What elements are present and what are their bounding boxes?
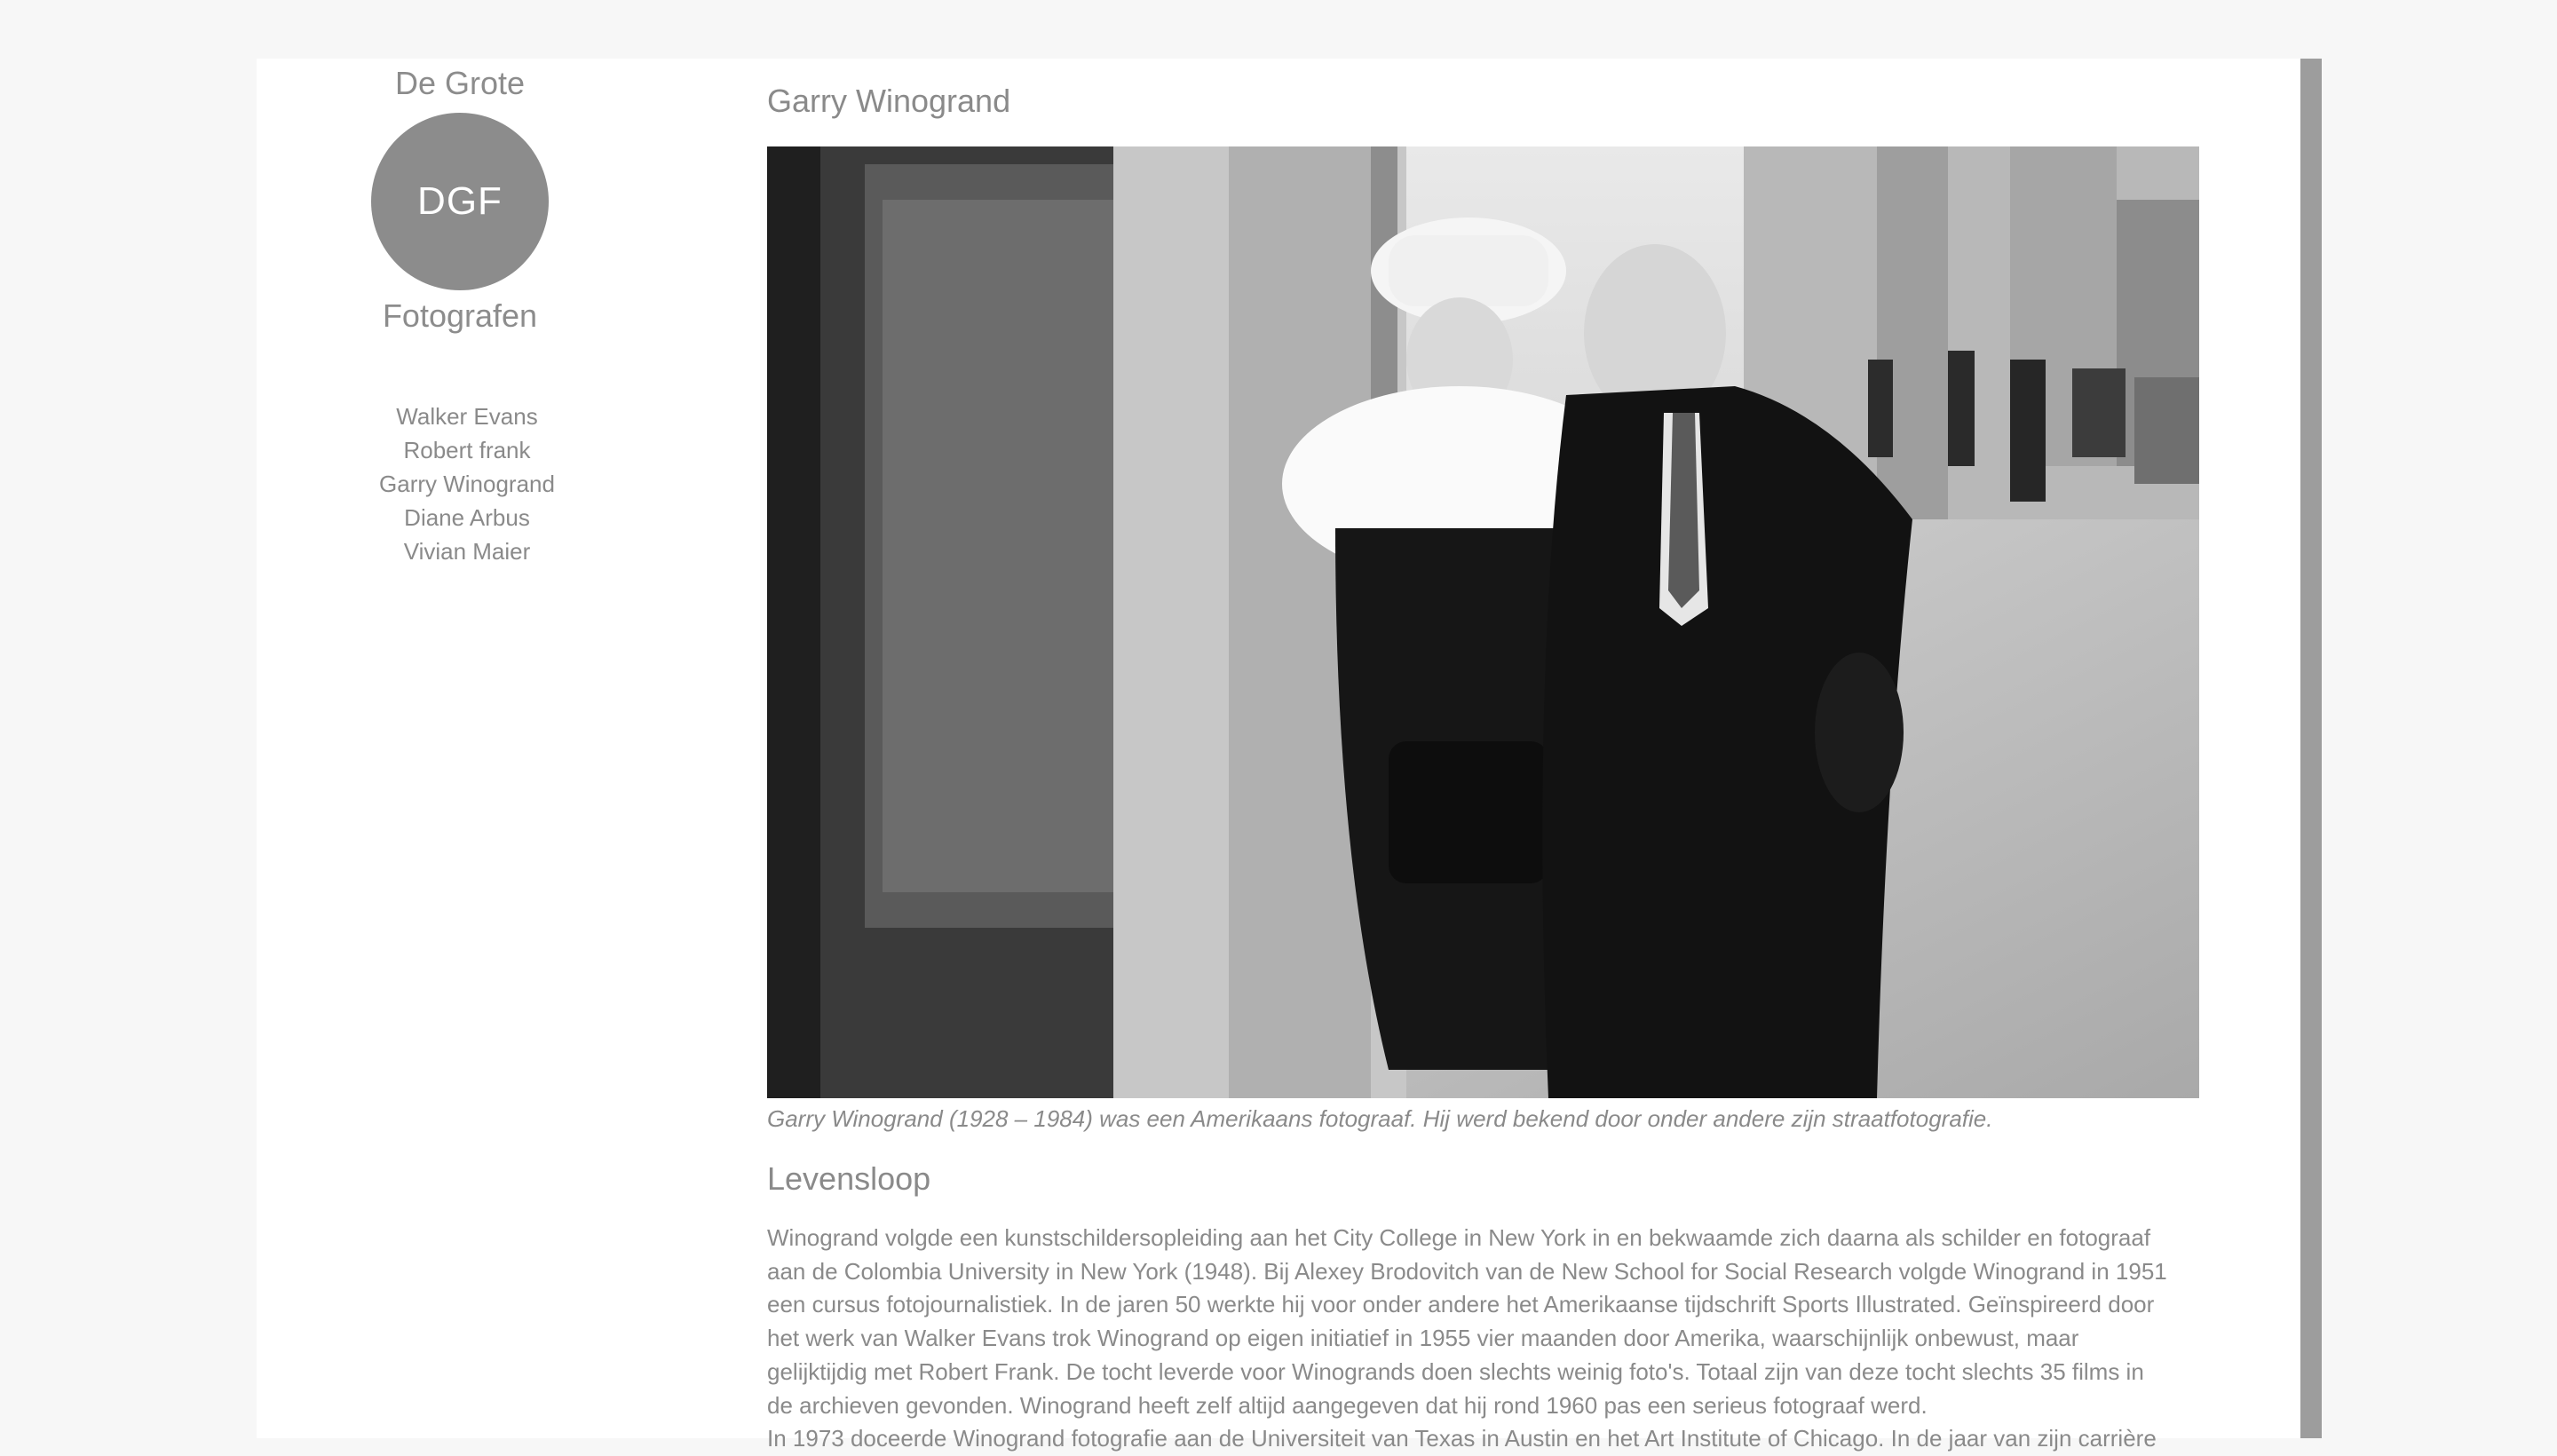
sidebar-nav: Walker Evans Robert frank Garry Winogran…	[257, 400, 677, 568]
page-title: Garry Winogrand	[767, 83, 1011, 119]
scrollbar[interactable]	[2300, 59, 2322, 1438]
site-title-top: De Grote	[394, 65, 526, 101]
biography-line: het werk van Walker Evans trok Winogrand…	[767, 1325, 2079, 1352]
biography-line: een cursus fotojournalistiek. In de jare…	[767, 1291, 2155, 1318]
nav-item-walker-evans[interactable]: Walker Evans	[257, 400, 677, 433]
nav-item-diane-arbus[interactable]: Diane Arbus	[257, 501, 677, 534]
section-heading: Levensloop	[767, 1160, 931, 1197]
photo-caption: Garry Winogrand (1928 – 1984) was een Am…	[767, 1105, 1993, 1132]
biography-line: de archieven gevonden. Winogrand heeft z…	[767, 1391, 1928, 1419]
biography-line: aan de Colombia University in New York (…	[767, 1257, 2167, 1285]
nav-item-garry-winogrand[interactable]: Garry Winogrand	[257, 467, 677, 501]
site-logo[interactable]: DGF	[371, 113, 549, 290]
logo-text: DGF	[417, 179, 503, 223]
photograph-image	[767, 146, 2199, 1098]
nav-item-vivian-maier[interactable]: Vivian Maier	[257, 534, 677, 568]
site-title-bottom: Fotografen	[382, 297, 538, 334]
biography-line: gelijktijdig met Robert Frank. De tocht …	[767, 1357, 2144, 1385]
biography-text: Winogrand volgde een kunstschildersoplei…	[767, 1222, 2179, 1456]
biography-line: Winogrand volgde een kunstschildersoplei…	[767, 1224, 2151, 1251]
photograph-couple-street-icon	[767, 146, 2199, 1098]
biography-line: In 1973 doceerde Winogrand fotografie aa…	[767, 1425, 2157, 1452]
nav-item-robert-frank[interactable]: Robert frank	[257, 433, 677, 467]
